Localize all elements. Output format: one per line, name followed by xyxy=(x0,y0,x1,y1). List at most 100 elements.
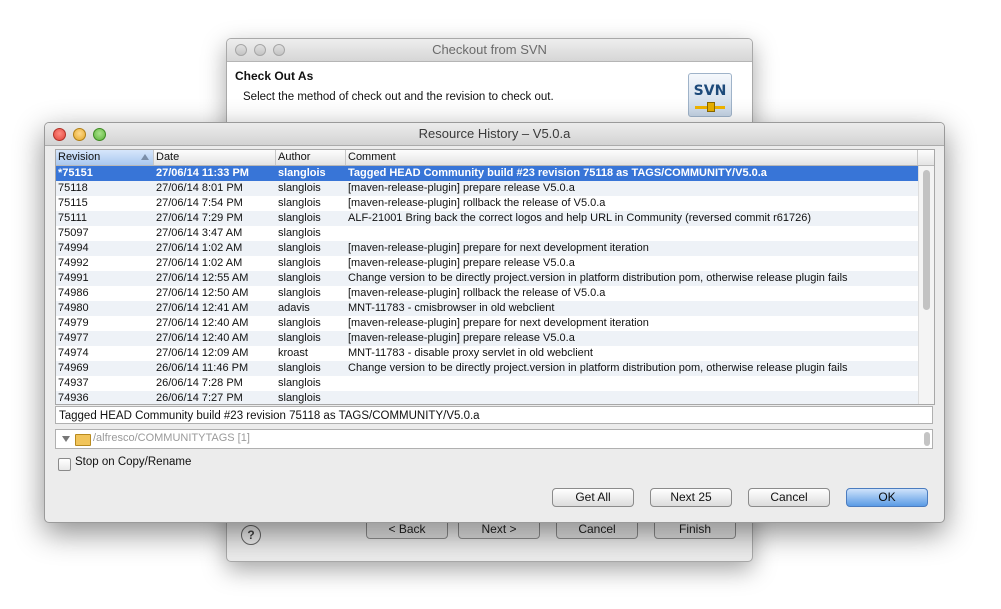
cell-comment: MNT-11783 - disable proxy servlet in old… xyxy=(348,347,593,359)
stop-on-copy-checkbox[interactable] xyxy=(58,458,71,471)
cell-date: 27/06/14 12:40 AM xyxy=(156,317,249,329)
cell-author: slanglois xyxy=(278,287,321,299)
cell-revision: 74974 xyxy=(58,347,89,359)
cell-comment: ALF-21001 Bring back the correct logos a… xyxy=(348,212,812,224)
cell-author: slanglois xyxy=(278,182,321,194)
cell-revision: 75115 xyxy=(58,197,88,209)
history-table: Revision Date Author Comment *75151 27/06… xyxy=(55,149,935,405)
cell-author: slanglois xyxy=(278,212,321,224)
cell-date: 26/06/14 7:27 PM xyxy=(156,392,243,404)
cell-comment: [maven-release-plugin] rollback the rele… xyxy=(348,287,606,299)
cell-date: 27/06/14 1:02 AM xyxy=(156,257,243,269)
table-header: Revision Date Author Comment xyxy=(56,150,934,166)
table-row[interactable]: 74986 27/06/14 12:50 AM slanglois [maven-re… xyxy=(56,286,918,301)
table-row[interactable]: 75097 27/06/14 3:47 AM slanglois xyxy=(56,226,918,241)
column-header-author[interactable]: Author xyxy=(276,150,346,165)
cell-comment: [maven-release-plugin] prepare for next … xyxy=(348,317,649,329)
cell-comment: MNT-11783 - cmisbrowser in old webclient xyxy=(348,302,555,314)
cell-author: slanglois xyxy=(278,242,321,254)
ok-button[interactable]: OK xyxy=(846,488,928,507)
column-header-date[interactable]: Date xyxy=(154,150,276,165)
cell-revision: 74991 xyxy=(58,272,89,284)
cell-comment: [maven-release-plugin] rollback the rele… xyxy=(348,197,606,209)
table-scrollbar[interactable] xyxy=(918,166,934,404)
cell-revision: 74994 xyxy=(58,242,89,254)
cell-comment: [maven-release-plugin] prepare release V… xyxy=(348,257,575,269)
next-25-button[interactable]: Next 25 xyxy=(650,488,732,507)
cell-author: slanglois xyxy=(278,377,321,389)
sort-ascending-icon xyxy=(141,154,149,160)
close-icon[interactable] xyxy=(53,128,66,141)
cell-author: slanglois xyxy=(278,362,321,374)
cell-date: 27/06/14 1:02 AM xyxy=(156,242,243,254)
column-header-revision[interactable]: Revision xyxy=(56,150,154,165)
cell-revision: 75111 xyxy=(58,212,87,224)
cell-date: 27/06/14 8:01 PM xyxy=(156,182,243,194)
get-all-button[interactable]: Get All xyxy=(552,488,634,507)
table-row[interactable]: 74937 26/06/14 7:28 PM slanglois xyxy=(56,376,918,391)
table-row[interactable]: 75115 27/06/14 7:54 PM slanglois [maven-rel… xyxy=(56,196,918,211)
table-row[interactable]: 74936 26/06/14 7:27 PM slanglois xyxy=(56,391,918,404)
cell-date: 27/06/14 12:55 AM xyxy=(156,272,249,284)
table-row[interactable]: 74969 26/06/14 11:46 PM slanglois Change ve… xyxy=(56,361,918,376)
table-row[interactable]: *75151 27/06/14 11:33 PM slanglois Tagged H… xyxy=(56,166,918,181)
help-icon[interactable]: ? xyxy=(241,525,261,545)
cell-comment: Change version to be directly project.ve… xyxy=(348,272,848,284)
cell-author: slanglois xyxy=(278,392,321,404)
cell-author: slanglois xyxy=(278,167,326,179)
cell-date: 27/06/14 3:47 AM xyxy=(156,227,243,239)
cell-date: 27/06/14 12:40 AM xyxy=(156,332,249,344)
table-row[interactable]: 74974 27/06/14 12:09 AM kroast MNT-11783 - … xyxy=(56,346,918,361)
cell-revision: 74979 xyxy=(58,317,89,329)
cell-revision: 75097 xyxy=(58,227,89,239)
comment-detail[interactable]: Tagged HEAD Community build #23 revision… xyxy=(55,406,933,424)
cell-author: slanglois xyxy=(278,257,321,269)
paths-scrollbar[interactable] xyxy=(924,432,930,446)
scrollbar-thumb[interactable] xyxy=(923,170,930,310)
cell-date: 27/06/14 11:33 PM xyxy=(156,167,249,179)
cell-revision: 74980 xyxy=(58,302,89,314)
cell-comment: Change version to be directly project.ve… xyxy=(348,362,848,374)
cell-author: kroast xyxy=(278,347,308,359)
table-row[interactable]: 74979 27/06/14 12:40 AM slanglois [maven-re… xyxy=(56,316,918,331)
wizard-page-title: Check Out As xyxy=(235,69,314,83)
cell-comment: [maven-release-plugin] prepare release V… xyxy=(348,182,575,194)
cancel-button[interactable]: Cancel xyxy=(748,488,830,507)
cell-date: 27/06/14 7:29 PM xyxy=(156,212,243,224)
zoom-icon[interactable] xyxy=(93,128,106,141)
cell-date: 27/06/14 12:50 AM xyxy=(156,287,249,299)
table-row[interactable]: 75111 27/06/14 7:29 PM slanglois ALF-21001 … xyxy=(56,211,918,226)
table-row[interactable]: 74992 27/06/14 1:02 AM slanglois [maven-rel… xyxy=(56,256,918,271)
table-row[interactable]: 74977 27/06/14 12:40 AM slanglois [maven-re… xyxy=(56,331,918,346)
svn-logo-text: SVN xyxy=(693,83,727,99)
minimize-icon[interactable] xyxy=(73,128,86,141)
cell-author: slanglois xyxy=(278,317,321,329)
cell-revision: 74977 xyxy=(58,332,89,344)
cell-comment: Tagged HEAD Community build #23 revision… xyxy=(348,167,767,179)
column-header-comment[interactable]: Comment xyxy=(346,150,918,165)
cell-revision: 75118 xyxy=(58,182,88,194)
cell-revision: 74986 xyxy=(58,287,89,299)
close-icon[interactable] xyxy=(235,44,247,56)
window-title: Checkout from SVN xyxy=(432,42,547,57)
zoom-icon[interactable] xyxy=(273,44,285,56)
cell-revision: 74969 xyxy=(58,362,89,374)
minimize-icon[interactable] xyxy=(254,44,266,56)
changed-path-item[interactable]: /alfresco/COMMUNITYTAGS [1] xyxy=(93,432,250,444)
cell-date: 27/06/14 12:41 AM xyxy=(156,302,249,314)
folder-icon xyxy=(75,434,91,446)
expand-triangle-icon[interactable] xyxy=(62,436,70,442)
wizard-button-bar: ? < Back Next > Cancel Finish xyxy=(227,519,752,561)
cell-revision: 74937 xyxy=(58,377,89,389)
changed-paths-tree[interactable]: /alfresco/COMMUNITYTAGS [1] xyxy=(55,429,933,449)
cell-author: slanglois xyxy=(278,272,321,284)
cell-author: adavis xyxy=(278,302,310,314)
cell-revision: *75151 xyxy=(58,167,93,179)
table-body: *75151 27/06/14 11:33 PM slanglois Tagged H… xyxy=(56,166,918,404)
cell-date: 27/06/14 7:54 PM xyxy=(156,197,243,209)
table-row[interactable]: 74980 27/06/14 12:41 AM adavis MNT-11783 - … xyxy=(56,301,918,316)
table-row[interactable]: 75118 27/06/14 8:01 PM slanglois [maven-rel… xyxy=(56,181,918,196)
cell-author: slanglois xyxy=(278,227,321,239)
table-row[interactable]: 74991 27/06/14 12:55 AM slanglois Change ve… xyxy=(56,271,918,286)
table-row[interactable]: 74994 27/06/14 1:02 AM slanglois [maven-rel… xyxy=(56,241,918,256)
